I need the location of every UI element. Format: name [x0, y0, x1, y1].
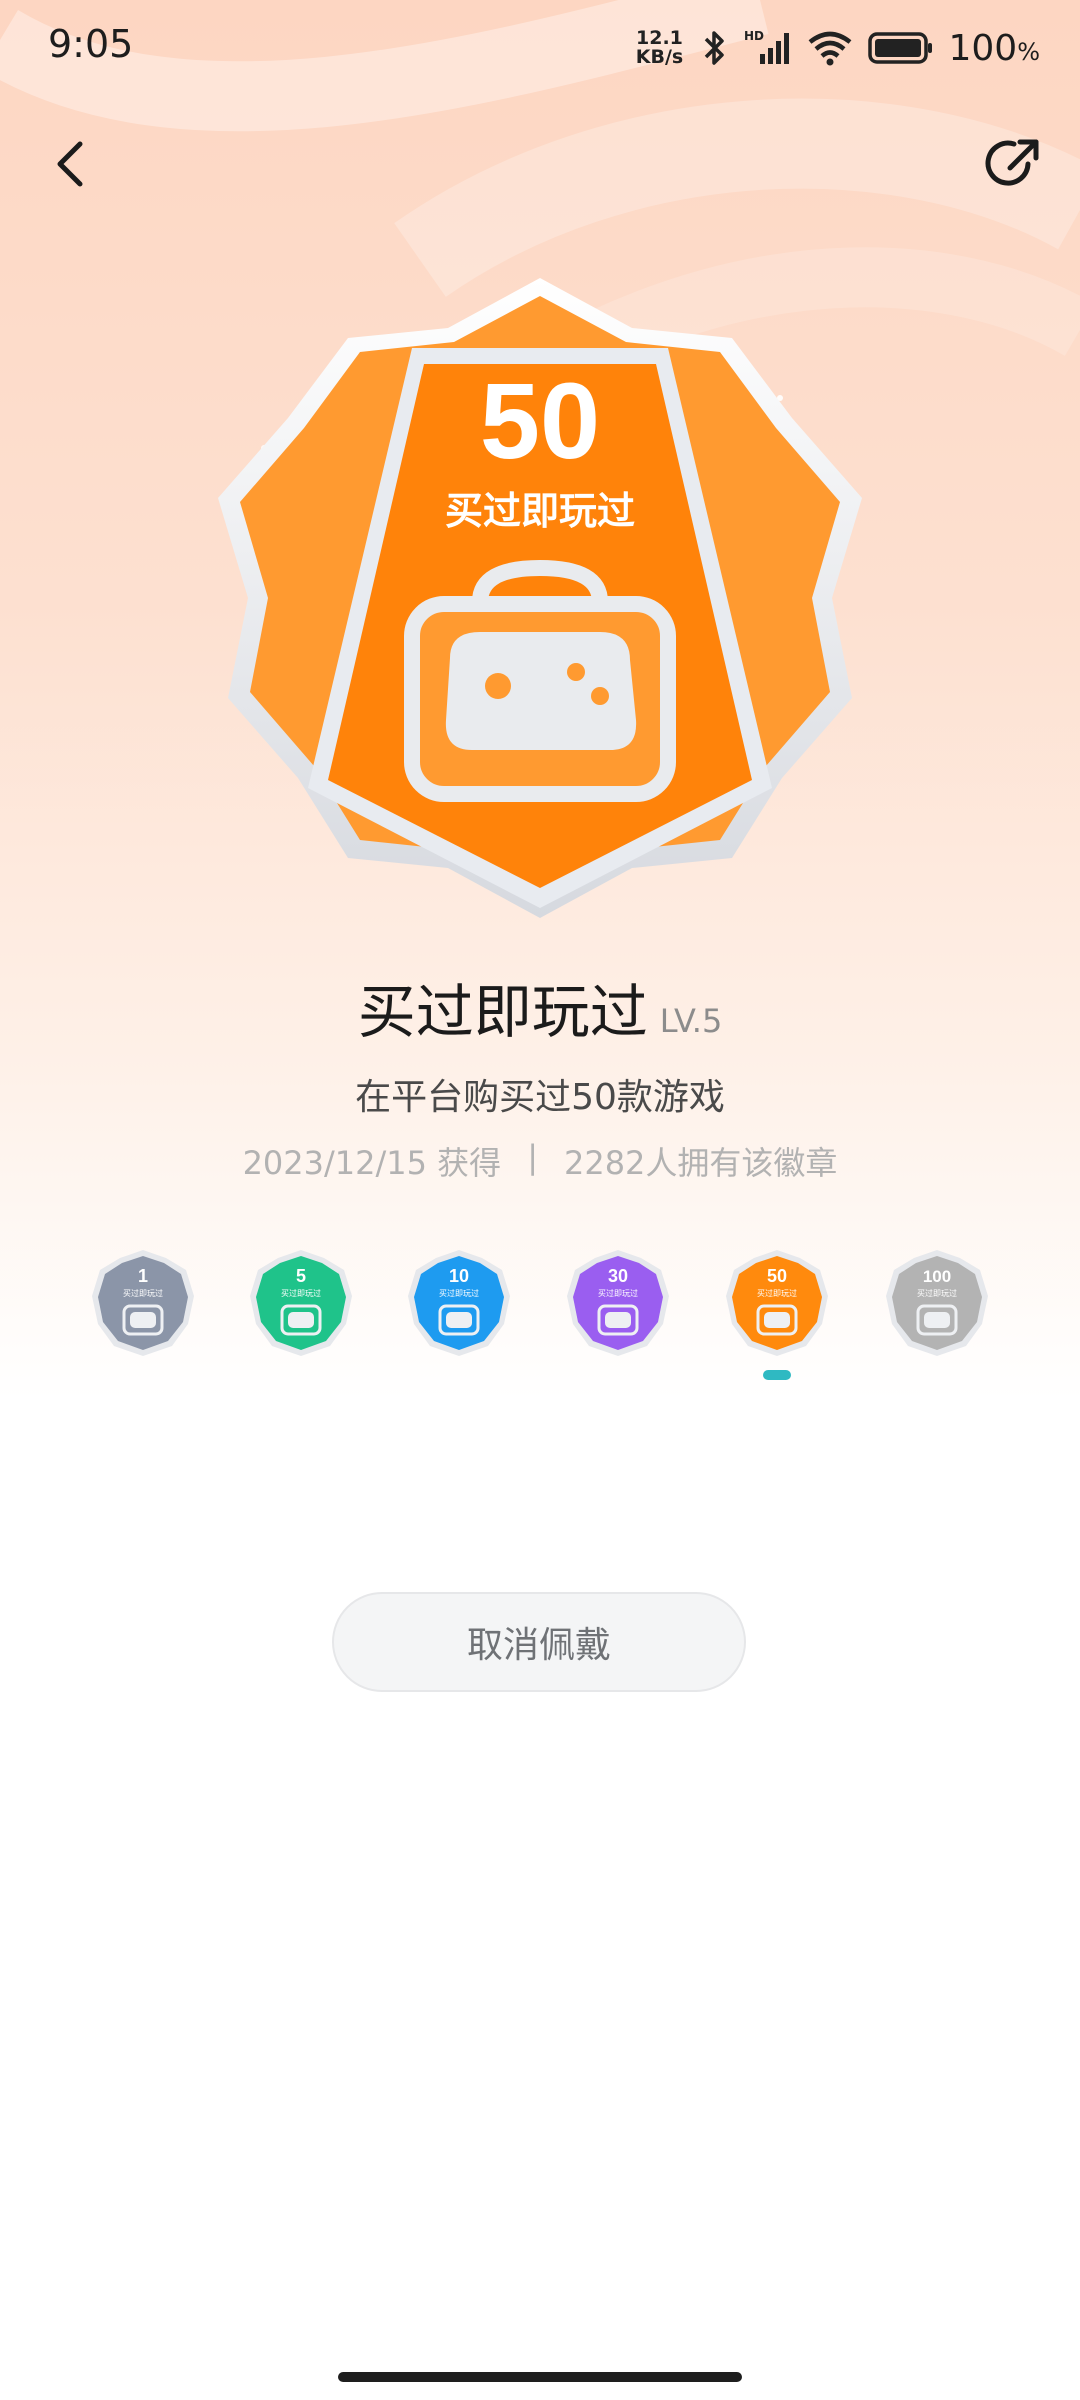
level-badge-5[interactable]: 5 买过即玩过 — [246, 1248, 356, 1358]
battery-percent: 100% — [948, 27, 1040, 69]
chevron-left-icon — [57, 141, 83, 187]
level-badge-50[interactable]: 50 买过即玩过 — [722, 1248, 832, 1358]
status-icons: 12.1 KB/s HD 100% — [632, 24, 1040, 72]
level-badge-number: 50 — [767, 1266, 787, 1286]
hd-label: HD — [744, 29, 764, 43]
level-selector: 1 买过即玩过 5 买过即玩过 10 买过即玩过 30 买过即玩过 50 买过即玩过 100 买过即玩… — [0, 1248, 1080, 1388]
status-time: 9:05 — [48, 22, 134, 66]
level-badge-label: 买过即玩过 — [439, 1288, 479, 1298]
level-badge-icon: 100 买过即玩过 — [886, 1250, 988, 1356]
level-badge-label: 买过即玩过 — [281, 1288, 321, 1298]
signal-icon: HD — [744, 29, 790, 64]
level-badge-30[interactable]: 30 买过即玩过 — [563, 1248, 673, 1358]
level-badge-label: 买过即玩过 — [123, 1288, 163, 1298]
level-badge-1[interactable]: 1 买过即玩过 — [88, 1248, 198, 1358]
share-icon — [985, 139, 1039, 186]
level-badge-icon: 5 买过即玩过 — [250, 1250, 352, 1356]
level-badge-icon: 30 买过即玩过 — [567, 1250, 669, 1356]
level-badge-number: 30 — [608, 1266, 628, 1286]
level-badge-100[interactable]: 100 买过即玩过 — [882, 1248, 992, 1358]
level-badge-number: 1 — [138, 1266, 148, 1286]
status-bar: 9:05 12.1 KB/s HD 100% — [0, 0, 1080, 95]
owners-count: 2282人拥有该徽章 — [563, 1144, 838, 1182]
badge-meta: 2023/12/15 获得 | 2282人拥有该徽章 — [0, 1138, 1080, 1184]
cancel-wear-button[interactable]: 取消佩戴 — [332, 1592, 746, 1692]
level-badge-number: 100 — [923, 1267, 951, 1286]
home-indicator[interactable] — [338, 2372, 742, 2382]
level-badge-label: 买过即玩过 — [757, 1288, 797, 1298]
level-badge-10[interactable]: 10 买过即玩过 — [404, 1248, 514, 1358]
bluetooth-icon — [705, 31, 725, 65]
level-badge-icon: 10 买过即玩过 — [408, 1250, 510, 1356]
hero-badge: 50 买过即玩过 — [218, 278, 862, 918]
share-button[interactable] — [974, 124, 1054, 204]
badge-description: 在平台购买过50款游戏 — [355, 1077, 725, 1118]
back-button[interactable] — [30, 124, 110, 204]
level-badge-label: 买过即玩过 — [917, 1288, 957, 1298]
badge-title: 买过即玩过 — [357, 978, 648, 1046]
hero-badge-name: 买过即玩过 — [445, 489, 635, 533]
level-badge-icon: 1 买过即玩过 — [92, 1250, 194, 1356]
network-speed: 12.1 KB/s — [635, 27, 684, 68]
hero-gamebag-icon — [404, 559, 676, 802]
badge-level: LV.5 — [659, 1002, 723, 1040]
badge-title-row: 买过即玩过 LV.5 — [0, 965, 1080, 1049]
wifi-icon — [809, 31, 852, 66]
selected-level-indicator — [763, 1370, 791, 1380]
meta-divider: | — [527, 1138, 538, 1176]
battery-icon — [868, 32, 933, 64]
obtained-date: 2023/12/15 获得 — [242, 1144, 502, 1182]
level-badge-number: 5 — [296, 1266, 306, 1286]
level-badge-number: 10 — [449, 1266, 469, 1286]
level-badge-icon: 50 买过即玩过 — [726, 1250, 828, 1356]
level-badge-label: 买过即玩过 — [598, 1288, 638, 1298]
hero-badge-number: 50 — [480, 360, 600, 481]
